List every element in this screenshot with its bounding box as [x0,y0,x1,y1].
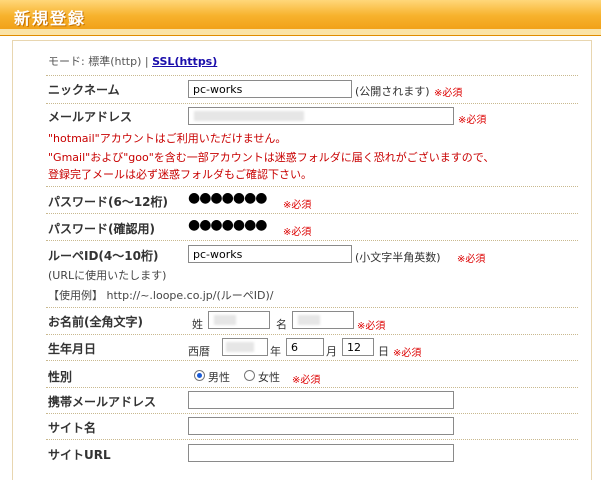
mode-prefix: モード: 標準(http) | [48,55,153,68]
ssl-link[interactable]: SSL(https) [152,55,217,68]
required-mark: ※必須 [292,375,321,386]
blurred-last-name [214,315,236,325]
password-label: パスワード(6～12桁) [48,195,169,209]
name-label: お名前(全角文字) [48,315,143,329]
required-mark: ※必須 [393,348,422,359]
last-name-label: 姓 [192,318,203,331]
divider [46,213,578,214]
mobile-email-input[interactable] [188,391,454,409]
divider [46,103,578,104]
male-label: 男性 [208,371,230,384]
blurred-first-name [298,315,320,325]
required-mark: ※必須 [283,227,312,238]
divider [46,240,578,241]
divider [46,75,578,76]
loope-id-hint: (URLに使用いたします) [48,269,167,282]
header-stripe [0,29,601,35]
site-name-label: サイト名 [48,421,97,435]
email-warning-gmail: "Gmail"および"goo"を含む一部アカウントは迷惑フォルダに届く恐れがござ… [48,151,495,164]
password-confirm-input[interactable]: ●●●●●●● [188,217,268,233]
loope-id-input[interactable] [188,245,352,263]
nickname-note: (公開されます) [355,85,430,98]
divider [46,439,578,440]
password-input[interactable]: ●●●●●●● [188,190,268,206]
page-header: 新規登録 [0,0,601,36]
divider [46,387,578,388]
first-name-label: 名 [276,318,287,331]
mobile-email-label: 携帯メールアドレス [48,395,157,409]
divider [46,413,578,414]
divider [46,334,578,335]
blurred-year [226,342,254,352]
month-label: 月 [326,345,337,358]
era-label: 西暦 [188,345,210,358]
email-warning-hotmail: "hotmail"アカウントはご利用いただけません。 [48,132,287,145]
day-label: 日 [378,345,389,358]
loope-id-example: 【使用例】 http://~.loope.co.jp/(ルーペID)/ [48,289,274,302]
blurred-email-value [194,111,304,121]
password-confirm-label: パスワード(確認用) [48,222,155,236]
male-radio[interactable] [194,370,205,381]
divider [46,360,578,361]
loope-id-note: (小文字半角英数) [355,251,441,264]
birth-month-input[interactable] [286,338,324,356]
divider [46,307,578,308]
required-mark: ※必須 [458,115,487,126]
loope-id-label: ルーペID(4～10桁) [48,249,159,263]
nickname-label: ニックネーム [48,83,120,97]
nickname-input[interactable] [188,80,352,98]
birthday-label: 生年月日 [48,342,97,356]
gender-label: 性別 [48,370,73,384]
required-mark: ※必須 [357,321,386,332]
divider [46,186,578,187]
birth-day-input[interactable] [342,338,374,356]
email-label: メールアドレス [48,110,133,124]
year-label: 年 [270,345,281,358]
email-warning-spam: 登録完了メールは必ず迷惑フォルダもご確認下さい。 [48,168,312,181]
female-label: 女性 [258,371,280,384]
site-url-input[interactable] [188,444,454,462]
required-mark: ※必須 [457,254,486,265]
required-mark: ※必須 [434,88,463,99]
female-radio[interactable] [244,370,255,381]
required-mark: ※必須 [283,200,312,211]
site-name-input[interactable] [188,417,454,435]
site-url-label: サイトURL [48,448,111,462]
page-title: 新規登録 [14,9,87,28]
mode-selector: モード: 標準(http) | SSL(https) [48,53,217,69]
